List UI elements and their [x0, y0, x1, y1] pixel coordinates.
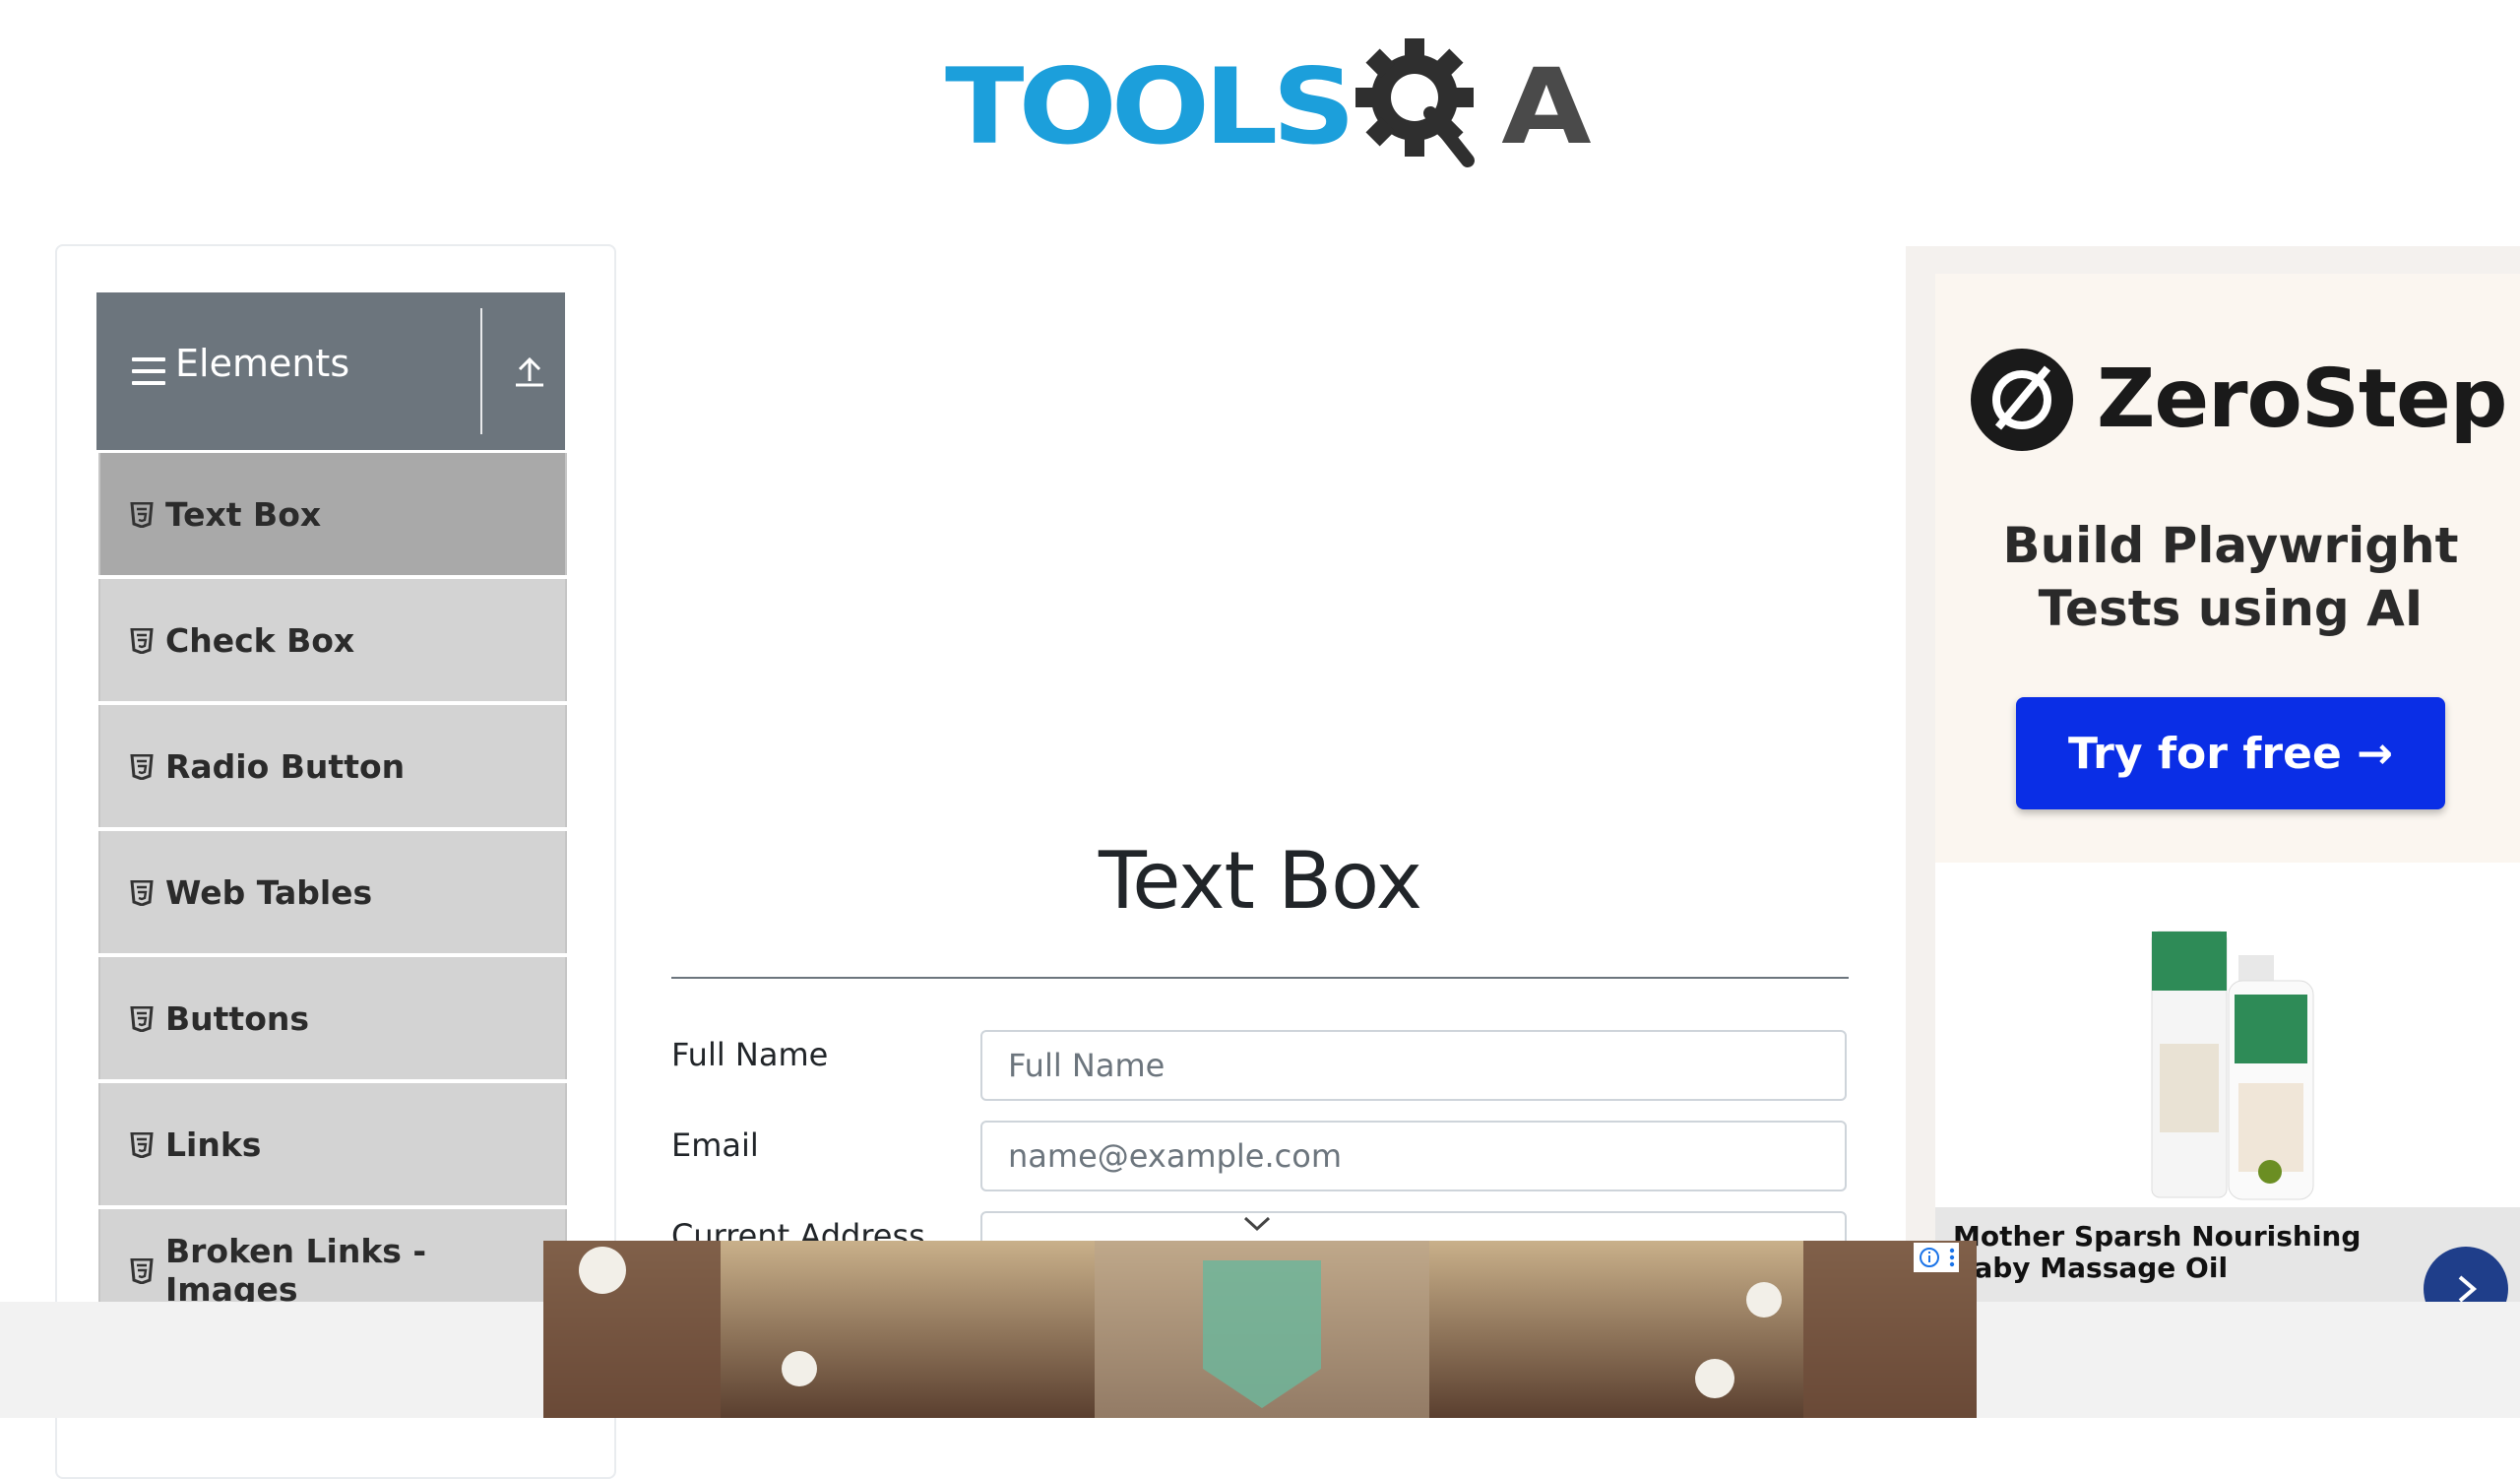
collapse-arrow-icon[interactable] [510, 352, 549, 391]
sidebar-item-label: Buttons [165, 998, 310, 1038]
full-name-label: Full Name [671, 1036, 829, 1073]
chevron-down-icon [1243, 1216, 1271, 1232]
logo-text-a: A [1501, 44, 1591, 168]
html5-icon [130, 1258, 154, 1284]
info-icon [1919, 1248, 1939, 1267]
html5-icon [130, 880, 154, 906]
sidebar-item-buttons[interactable]: Buttons [98, 957, 567, 1079]
ad-tagline: Build Playwright Tests using AI [1959, 514, 2502, 640]
header-divider [480, 308, 482, 434]
hamburger-icon [132, 357, 165, 385]
email-input[interactable] [980, 1121, 1847, 1191]
email-label: Email [671, 1126, 759, 1164]
full-name-input[interactable] [980, 1030, 1847, 1101]
ad-brand-name: ZeroStep [2097, 353, 2507, 446]
html5-icon [130, 1006, 154, 1032]
page-title: Text Box [1099, 835, 1422, 927]
html5-icon [130, 628, 154, 654]
logo-text-tools: TOOLS [945, 44, 1355, 168]
html5-icon [130, 502, 154, 528]
sidebar-item-text-box[interactable]: Text Box [98, 453, 567, 575]
sidebar-item-label: Web Tables [165, 872, 373, 912]
ad-tagline-line1: Build Playwright [2002, 517, 2459, 574]
sidebar-item-label: Radio Button [165, 746, 406, 786]
sidebar-item-label: Broken Links - Images [165, 1232, 427, 1309]
sidebar-item-web-tables[interactable]: Web Tables [98, 831, 567, 953]
ad-tagline-line2: Tests using AI [2038, 580, 2424, 637]
sidebar-item-label: Links [165, 1125, 262, 1164]
more-options-icon [1949, 1248, 1954, 1267]
html5-icon [130, 1132, 154, 1158]
sidebar-item-check-box[interactable]: Check Box [98, 579, 567, 701]
try-for-free-button[interactable]: Try for free → [2016, 697, 2445, 809]
zerostep-logo-icon [1971, 349, 2073, 451]
group-title: Elements [175, 342, 350, 385]
product-title[interactable]: Mother Sparsh Nourishing Baby Massage Oi… [1953, 1221, 2406, 1284]
title-divider [671, 977, 1849, 979]
sidebar-item-label: Text Box [165, 494, 322, 534]
sidebar-item-label: Check Box [165, 620, 355, 660]
baby-oil-product-image [2151, 931, 2314, 1200]
sidebar-item-radio-button[interactable]: Radio Button [98, 705, 567, 827]
toolsqa-logo[interactable]: TOOLS A [945, 28, 1592, 185]
gear-magnifier-icon [1355, 38, 1476, 167]
sidebar-item-links[interactable]: Links [98, 1083, 567, 1205]
ad-info-icon[interactable] [1914, 1243, 1959, 1272]
html5-icon [130, 754, 154, 780]
elements-group-header[interactable]: Elements [96, 292, 565, 450]
bottom-banner-ad[interactable] [543, 1241, 1977, 1418]
gallery-banner-image [543, 1241, 1977, 1418]
